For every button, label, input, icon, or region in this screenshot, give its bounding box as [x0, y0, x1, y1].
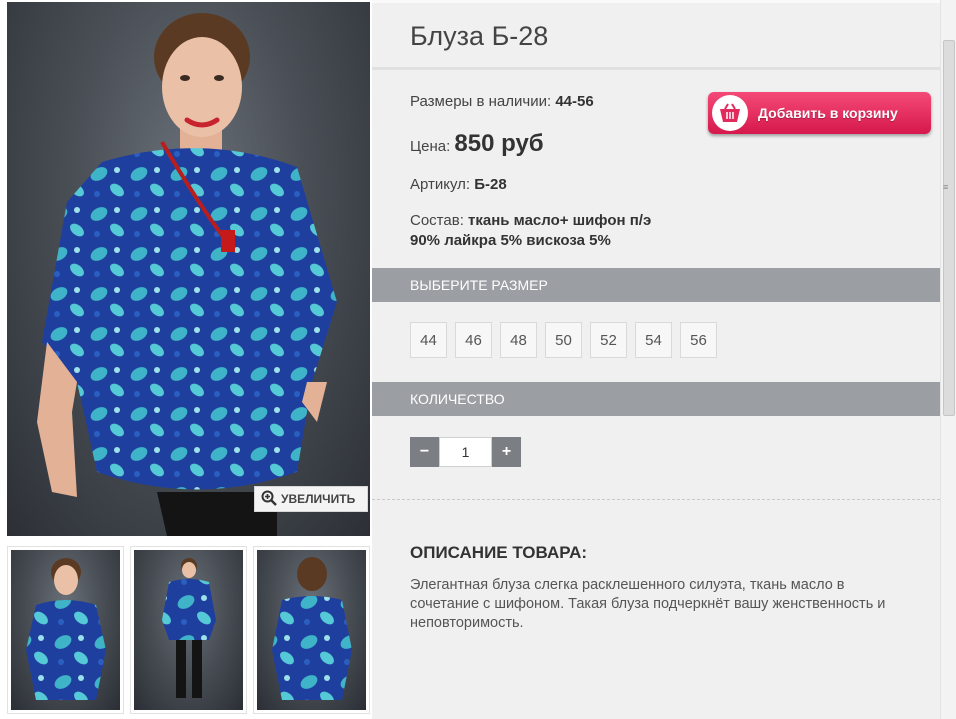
sku: Артикул: Б-28: [410, 176, 507, 193]
sku-label: Артикул:: [410, 176, 471, 193]
description-title: ОПИСАНИЕ ТОВАРА:: [410, 543, 588, 562]
model-illustration: [37, 13, 337, 536]
size-option-46[interactable]: 46: [455, 322, 492, 358]
thumbnail-full[interactable]: [130, 546, 247, 714]
thumbnail-strip: [7, 546, 370, 719]
scrollbar-thumb[interactable]: [943, 40, 955, 416]
title-bar: Блуза Б-28: [372, 0, 940, 70]
description-text: Элегантная блуза слегка расклешенного си…: [410, 577, 886, 631]
product-info: Блуза Б-28 Размеры в наличии: 44-56 Доба…: [372, 0, 940, 719]
product-gallery: УВЕЛИЧИТЬ: [0, 0, 372, 719]
basket-icon: [712, 95, 748, 131]
add-to-cart-label: Добавить в корзину: [758, 105, 898, 121]
thumbnail-back[interactable]: [253, 546, 370, 714]
scrollbar-grip-icon: ≡: [943, 182, 949, 192]
quantity-stepper: − +: [410, 437, 521, 467]
main-product-photo[interactable]: УВЕЛИЧИТЬ: [7, 2, 370, 536]
zoom-label: УВЕЛИЧИТЬ: [281, 492, 356, 506]
size-option-52[interactable]: 52: [590, 322, 627, 358]
divider: [372, 499, 940, 500]
composition-value-line1: ткань масло+ шифон п/э: [468, 212, 652, 229]
add-to-cart-button[interactable]: Добавить в корзину: [708, 92, 931, 134]
quantity-decrease-button[interactable]: −: [410, 437, 439, 467]
thumbnail-front[interactable]: [7, 546, 124, 714]
price-label: Цена:: [410, 138, 451, 155]
size-option-44[interactable]: 44: [410, 322, 447, 358]
quantity-increase-button[interactable]: +: [492, 437, 521, 467]
thumbnail-back-image: [272, 557, 352, 700]
quantity-input[interactable]: [439, 437, 492, 467]
size-option-48[interactable]: 48: [500, 322, 537, 358]
sizes-available-label: Размеры в наличии:: [410, 93, 552, 110]
composition: Состав: ткань масло+ шифон п/э 90% лайкр…: [410, 211, 651, 251]
composition-value-line2: 90% лайкра 5% вискоза 5%: [410, 232, 611, 249]
zoom-in-icon: [261, 490, 277, 509]
composition-label: Состав:: [410, 212, 464, 229]
sizes-available-value: 44-56: [555, 93, 594, 110]
price: Цена: 850 руб: [410, 130, 544, 158]
size-option-54[interactable]: 54: [635, 322, 672, 358]
zoom-button[interactable]: УВЕЛИЧИТЬ: [254, 486, 368, 512]
size-option-50[interactable]: 50: [545, 322, 582, 358]
size-section-header: ВЫБЕРИТЕ РАЗМЕР: [372, 268, 940, 302]
size-option-56[interactable]: 56: [680, 322, 717, 358]
size-options: 44 46 48 50 52 54 56: [410, 322, 717, 358]
sku-value: Б-28: [474, 176, 507, 193]
vertical-scrollbar[interactable]: ≡: [940, 0, 956, 719]
thumbnail-front-image: [26, 558, 106, 700]
thumbnail-full-image: [162, 558, 216, 698]
price-value: 850 руб: [454, 130, 544, 157]
product-title: Блуза Б-28: [410, 21, 549, 51]
quantity-section-header: КОЛИЧЕСТВО: [372, 382, 940, 416]
sizes-available: Размеры в наличии: 44-56: [410, 93, 594, 110]
